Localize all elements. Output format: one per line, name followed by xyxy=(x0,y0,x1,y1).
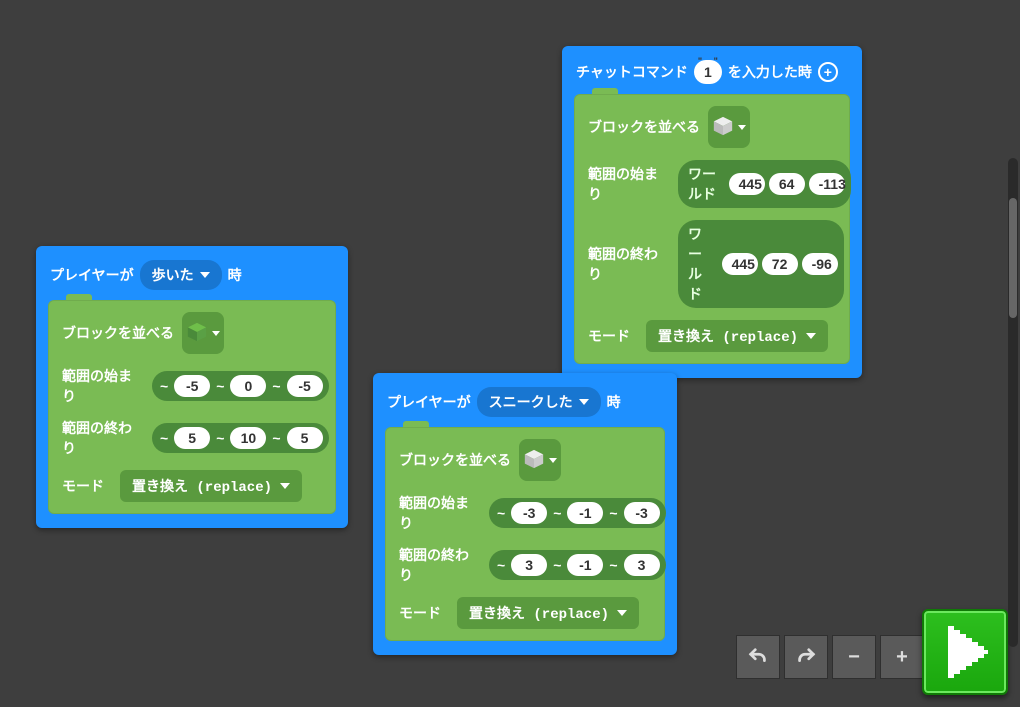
mode-value: 置き換え (replace) xyxy=(469,603,609,623)
undo-icon xyxy=(747,646,769,668)
end-label: 範囲の終わり xyxy=(588,244,670,284)
mode-value: 置き換え (replace) xyxy=(658,326,798,346)
play-icon xyxy=(942,626,988,678)
world-coord-label: ワールド xyxy=(684,224,718,304)
start-label: 範囲の始まり xyxy=(399,493,481,533)
tilde-label: ~ xyxy=(270,378,282,394)
header-text-suffix: を入力した時 xyxy=(728,62,812,82)
tilde-label: ~ xyxy=(158,430,170,446)
fill-label: ブロックを並べる xyxy=(588,117,700,137)
coord-y-input[interactable]: 72 xyxy=(762,253,798,275)
mode-label: モード xyxy=(588,326,638,346)
relative-position-start[interactable]: ~ -5 ~ 0 ~ -5 xyxy=(152,371,329,401)
block-type-picker[interactable] xyxy=(519,439,561,481)
start-label: 範囲の始まり xyxy=(62,366,144,406)
tilde-label: ~ xyxy=(158,378,170,394)
tilde-label: ~ xyxy=(607,557,619,573)
coord-z-input[interactable]: -3 xyxy=(624,502,660,524)
block-on-player-walk[interactable]: プレイヤーが 歩いた 時 ブロックを並べる 範囲の始まり ~ -5 xyxy=(36,246,348,528)
block-on-player-sneak[interactable]: プレイヤーが スニークした 時 ブロックを並べる 範囲の始まり ~ -3 xyxy=(373,373,677,655)
tilde-label: ~ xyxy=(270,430,282,446)
header-text-suffix: 時 xyxy=(228,265,242,285)
fill-block[interactable]: ブロックを並べる 範囲の始まり ~ -3 ~ -1 ~ -3 xyxy=(385,427,665,641)
dropdown-value: 歩いた xyxy=(152,265,194,285)
tilde-label: ~ xyxy=(495,505,507,521)
tilde-label: ~ xyxy=(214,430,226,446)
tilde-label: ~ xyxy=(214,378,226,394)
tilde-label: ~ xyxy=(607,505,619,521)
dropdown-value: スニークした xyxy=(489,392,573,412)
block-header: プレイヤーが 歩いた 時 xyxy=(48,256,336,300)
coord-y-input[interactable]: -1 xyxy=(567,502,603,524)
chat-command-input[interactable]: 1 xyxy=(694,60,722,84)
end-label: 範囲の終わり xyxy=(62,418,144,458)
tilde-label: ~ xyxy=(551,505,563,521)
add-parameter-button[interactable]: + xyxy=(818,62,838,82)
world-position-end[interactable]: ワールド 445 72 -96 xyxy=(678,220,844,308)
coord-x-input[interactable]: 445 xyxy=(722,253,758,275)
header-text-suffix: 時 xyxy=(607,392,621,412)
world-position-start[interactable]: ワールド 445 64 -113 xyxy=(678,160,851,208)
end-label: 範囲の終わり xyxy=(399,545,481,585)
cube-grass-icon xyxy=(186,321,208,345)
fill-label: ブロックを並べる xyxy=(62,323,174,343)
player-event-dropdown[interactable]: スニークした xyxy=(477,387,601,417)
workspace-canvas[interactable]: チャットコマンド 1 を入力した時 + ブロックを並べる 範囲の始まり ワールド… xyxy=(0,0,1020,707)
fill-mode-dropdown[interactable]: 置き換え (replace) xyxy=(120,470,302,502)
relative-position-start[interactable]: ~ -3 ~ -1 ~ -3 xyxy=(489,498,666,528)
coord-z-input[interactable]: 3 xyxy=(624,554,660,576)
mode-value: 置き換え (replace) xyxy=(132,476,272,496)
block-type-picker[interactable] xyxy=(708,106,750,148)
tilde-label: ~ xyxy=(495,557,507,573)
mode-label: モード xyxy=(399,603,449,623)
coord-y-input[interactable]: 10 xyxy=(230,427,266,449)
coord-z-input[interactable]: -5 xyxy=(287,375,323,397)
coord-z-input[interactable]: 5 xyxy=(287,427,323,449)
coord-x-input[interactable]: 5 xyxy=(174,427,210,449)
cube-plain-icon xyxy=(523,448,545,472)
player-event-dropdown[interactable]: 歩いた xyxy=(140,260,222,290)
coord-y-input[interactable]: 64 xyxy=(769,173,805,195)
world-coord-label: ワールド xyxy=(684,164,725,204)
coord-x-input[interactable]: 445 xyxy=(729,173,765,195)
relative-position-end[interactable]: ~ 5 ~ 10 ~ 5 xyxy=(152,423,329,453)
coord-z-input[interactable]: -113 xyxy=(809,173,845,195)
header-text-prefix: プレイヤーが xyxy=(387,392,471,412)
relative-position-end[interactable]: ~ 3 ~ -1 ~ 3 xyxy=(489,550,666,580)
tilde-label: ~ xyxy=(551,557,563,573)
header-text-prefix: チャットコマンド xyxy=(576,62,688,82)
run-button[interactable] xyxy=(922,609,1008,695)
vertical-scrollbar[interactable] xyxy=(1008,158,1018,647)
coord-x-input[interactable]: 3 xyxy=(511,554,547,576)
block-on-chat-command[interactable]: チャットコマンド 1 を入力した時 + ブロックを並べる 範囲の始まり ワールド… xyxy=(562,46,862,378)
cube-plain-icon xyxy=(712,115,734,139)
block-type-picker[interactable] xyxy=(182,312,224,354)
fill-block[interactable]: ブロックを並べる 範囲の始まり ~ -5 ~ 0 ~ -5 xyxy=(48,300,336,514)
redo-button[interactable] xyxy=(784,635,828,679)
coord-z-input[interactable]: -96 xyxy=(802,253,838,275)
coord-y-input[interactable]: 0 xyxy=(230,375,266,397)
header-text-prefix: プレイヤーが xyxy=(50,265,134,285)
fill-mode-dropdown[interactable]: 置き換え (replace) xyxy=(646,320,828,352)
undo-button[interactable] xyxy=(736,635,780,679)
redo-icon xyxy=(795,646,817,668)
fill-block[interactable]: ブロックを並べる 範囲の始まり ワールド 445 64 -113 範囲の終わり xyxy=(574,94,850,364)
fill-mode-dropdown[interactable]: 置き換え (replace) xyxy=(457,597,639,629)
zoom-out-button[interactable]: − xyxy=(832,635,876,679)
coord-x-input[interactable]: -5 xyxy=(174,375,210,397)
start-label: 範囲の始まり xyxy=(588,164,670,204)
coord-x-input[interactable]: -3 xyxy=(511,502,547,524)
zoom-in-button[interactable]: + xyxy=(880,635,924,679)
coord-y-input[interactable]: -1 xyxy=(567,554,603,576)
mode-label: モード xyxy=(62,476,112,496)
fill-label: ブロックを並べる xyxy=(399,450,511,470)
editor-toolbar: − + xyxy=(736,635,924,679)
